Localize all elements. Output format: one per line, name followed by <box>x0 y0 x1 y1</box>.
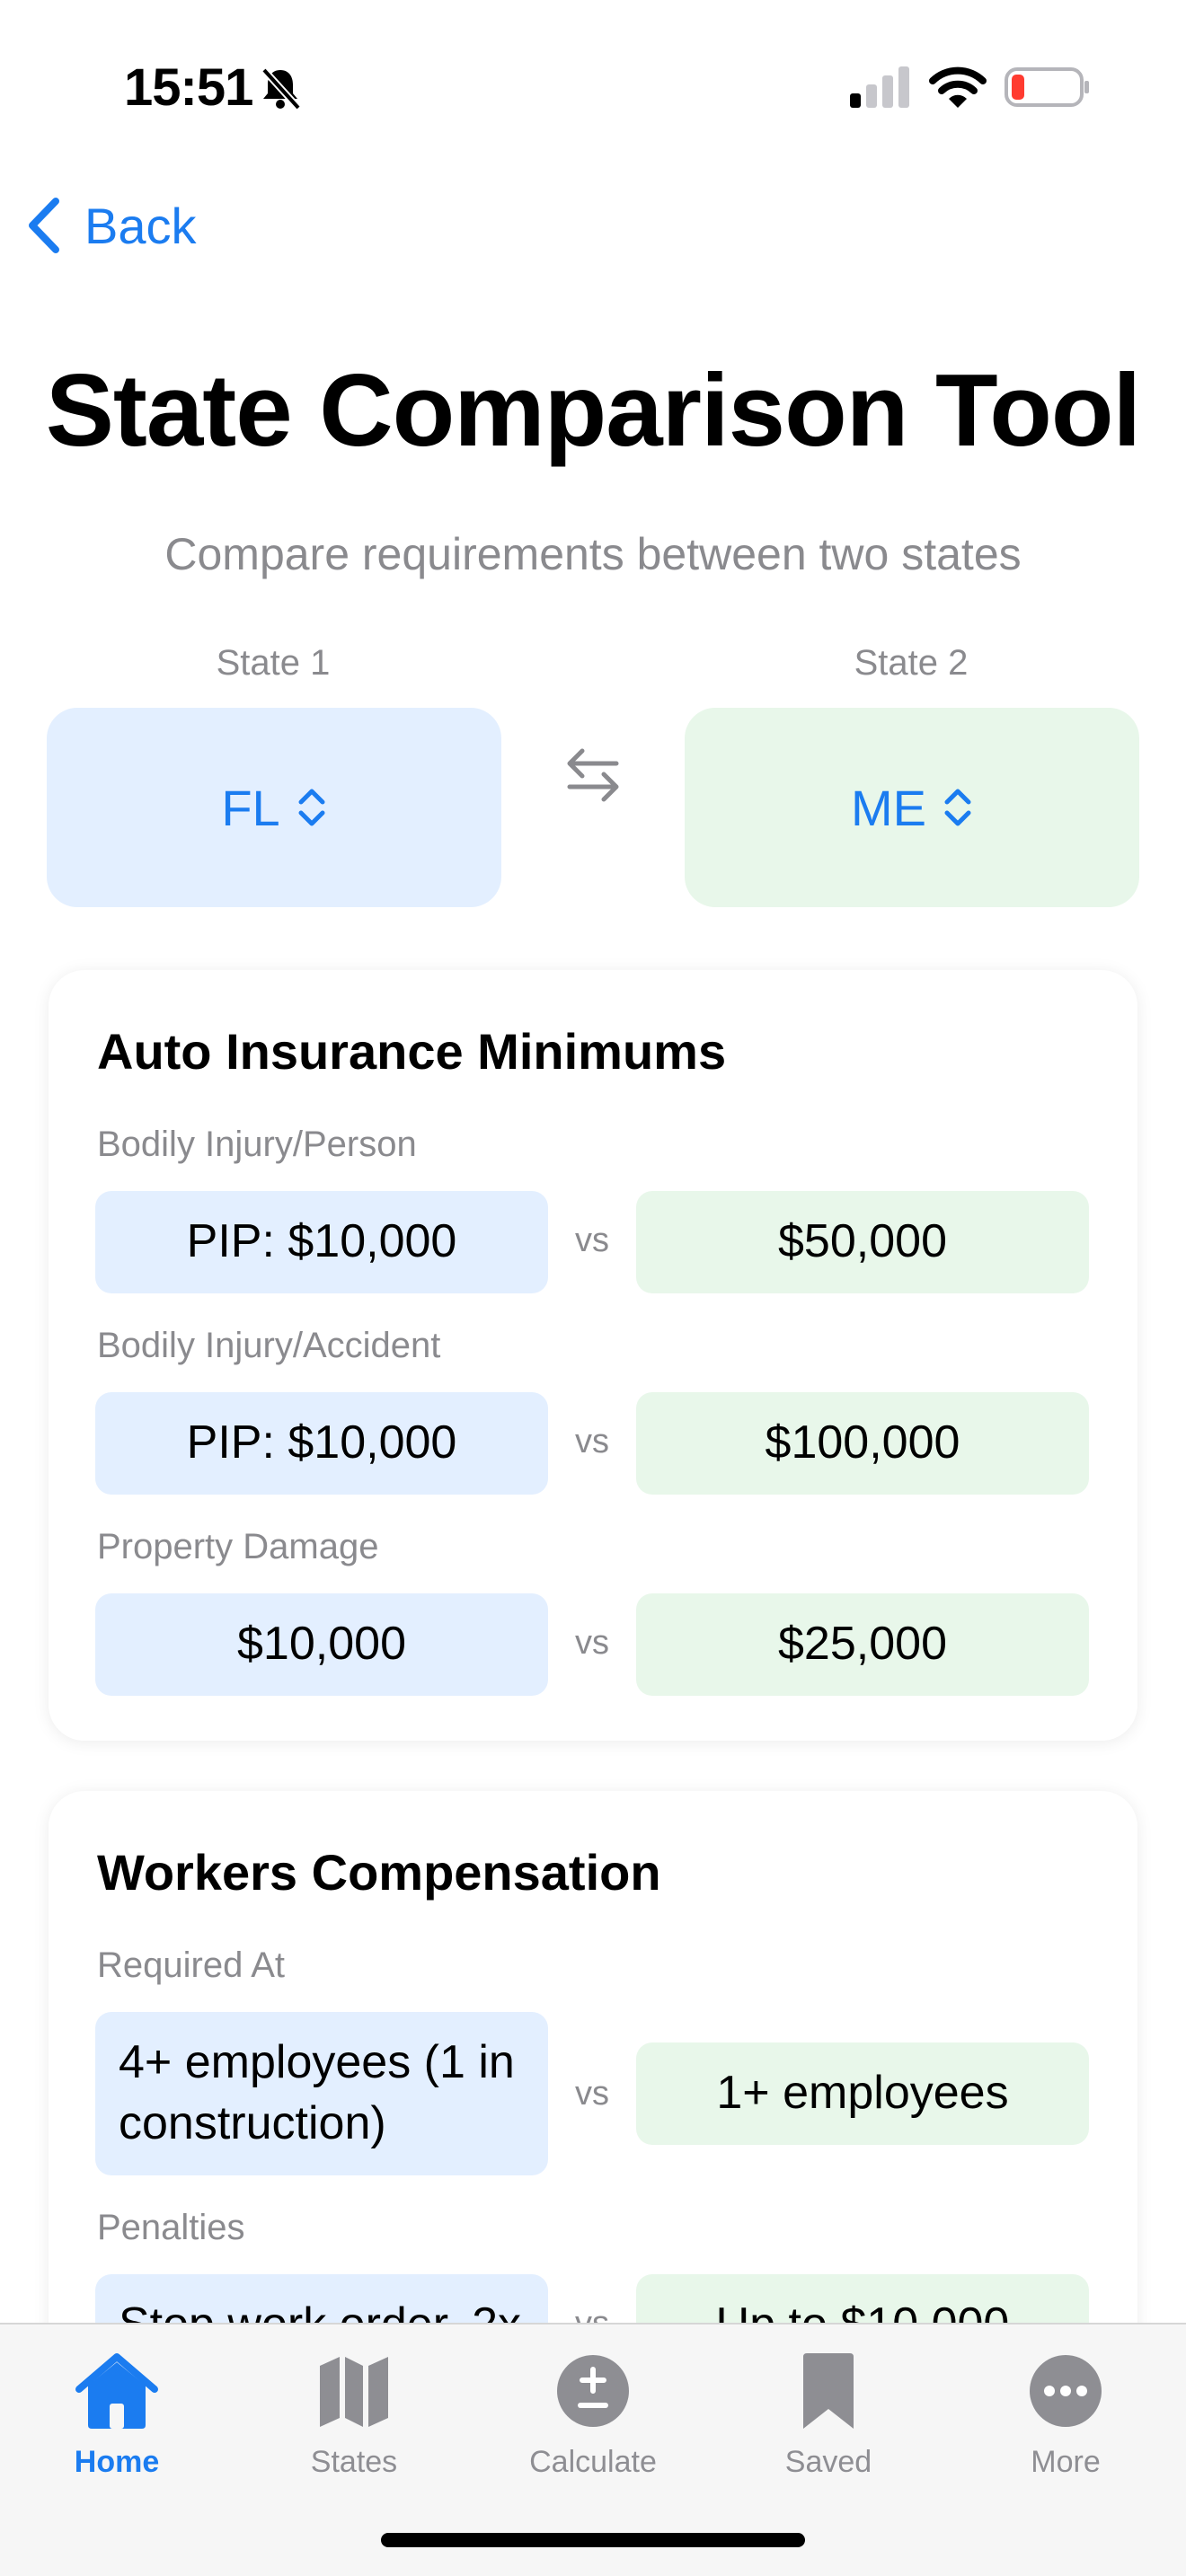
state2-label: State 2 <box>854 643 969 683</box>
tab-label: More <box>1031 2445 1101 2479</box>
back-button[interactable]: Back <box>23 196 197 255</box>
page-subtitle: Compare requirements between two states <box>164 529 1022 579</box>
chevron-up-down-icon <box>944 789 971 826</box>
auto-insurance-card: Auto Insurance Minimums Bodily Injury/Pe… <box>49 970 1137 1741</box>
cellular-signal-icon <box>850 66 909 108</box>
vs-label: vs <box>575 2075 609 2113</box>
page-title: State Comparison Tool <box>45 354 1141 468</box>
state1-picker[interactable]: FL <box>47 708 501 907</box>
tab-label: Calculate <box>529 2445 657 2479</box>
chevron-left-icon <box>29 198 59 253</box>
state2-value-cell: $50,000 <box>636 1191 1089 1293</box>
chevron-up-down-icon <box>298 789 325 826</box>
row-label: Penalties <box>97 2208 245 2247</box>
vs-label: vs <box>575 1624 609 1662</box>
status-time: 15:51 <box>124 58 253 117</box>
state2-picker[interactable]: ME <box>685 708 1139 907</box>
tab-calculate[interactable]: Calculate <box>503 2344 683 2480</box>
vs-label: vs <box>575 1423 609 1460</box>
state1-label: State 1 <box>216 643 331 683</box>
row-label: Bodily Injury/Accident <box>97 1326 441 1365</box>
state2-value: ME <box>851 779 926 836</box>
state1-value-cell: PIP: $10,000 <box>95 1191 548 1293</box>
back-label: Back <box>84 197 197 254</box>
battery-icon <box>1005 67 1089 107</box>
home-indicator <box>381 2533 805 2547</box>
wifi-icon <box>929 66 987 108</box>
vs-label: vs <box>575 1222 609 1259</box>
row-label: Required At <box>97 1945 286 1985</box>
row-label: Bodily Injury/Person <box>97 1125 417 1164</box>
bell-slash-icon <box>261 67 301 110</box>
state2-value-cell: $100,000 <box>636 1392 1089 1495</box>
tab-home[interactable]: Home <box>27 2344 207 2480</box>
tab-states[interactable]: States <box>264 2344 444 2480</box>
row-label: Property Damage <box>97 1527 379 1566</box>
card-title: Auto Insurance Minimums <box>97 1023 727 1080</box>
swap-states-icon[interactable] <box>564 744 622 807</box>
state1-value-cell: 4+ employees (1 in construction) <box>95 2012 548 2175</box>
card-title: Workers Compensation <box>97 1844 661 1901</box>
tab-label: States <box>310 2445 398 2479</box>
ellipsis-icon <box>1030 2355 1102 2427</box>
state2-value-cell: $25,000 <box>636 1593 1089 1696</box>
state1-value: FL <box>221 779 280 836</box>
house-icon <box>75 2353 158 2429</box>
tab-label: Home <box>74 2445 160 2479</box>
state2-value-cell: 1+ employees <box>636 2042 1089 2145</box>
map-icon <box>320 2357 388 2427</box>
plus-minus-icon <box>557 2355 629 2427</box>
tab-label: Saved <box>784 2445 872 2479</box>
tab-more[interactable]: More <box>976 2344 1155 2480</box>
state1-value-cell: PIP: $10,000 <box>95 1392 548 1495</box>
bookmark-icon <box>803 2353 854 2429</box>
state1-value-cell: $10,000 <box>95 1593 548 1696</box>
tab-saved[interactable]: Saved <box>739 2344 918 2480</box>
